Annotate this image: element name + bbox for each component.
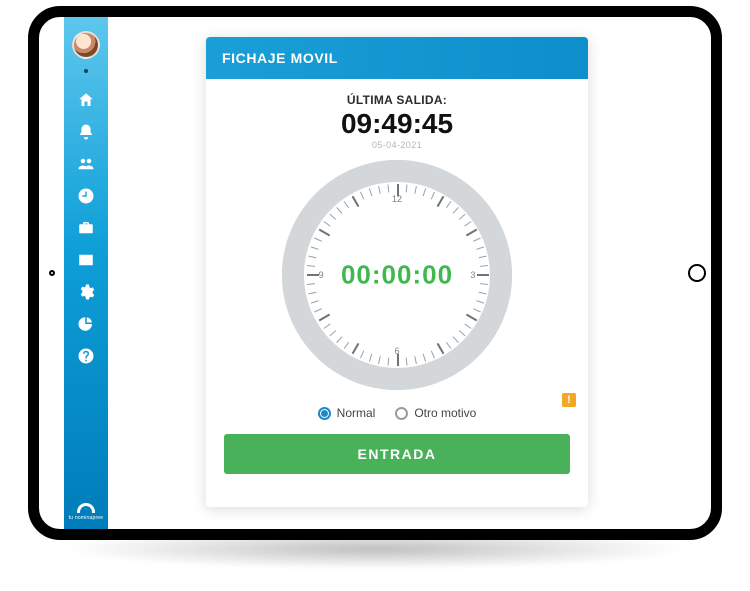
sidebar-item-time[interactable]: [77, 187, 95, 205]
clock-card: FICHAJE MOVIL ÚLTIMA SALIDA: 09:49:45 05…: [206, 37, 588, 507]
sidebar: tu nominapree: [64, 17, 108, 529]
sidebar-item-alerts[interactable]: [77, 123, 95, 141]
bell-icon: [77, 123, 95, 141]
card-body: ÚLTIMA SALIDA: 09:49:45 05-04-2021 12 3 …: [206, 79, 588, 507]
tablet-frame: tu nominapree FICHAJE MOVIL ÚLTIMA SALID…: [28, 6, 722, 540]
people-icon: [77, 155, 95, 173]
radio-normal[interactable]: Normal: [318, 406, 376, 420]
sidebar-item-team[interactable]: [77, 155, 95, 173]
clock: 12 3 6 9 00:00:00: [282, 160, 512, 390]
reason-radio-group: Normal Otro motivo: [318, 406, 477, 420]
piechart-icon: [77, 315, 95, 333]
radio-other-indicator: [395, 407, 408, 420]
card-title: FICHAJE MOVIL: [206, 37, 588, 79]
briefcase-icon: [77, 219, 95, 237]
brand-text: tu nominapree: [69, 515, 104, 521]
elapsed-time: 00:00:00: [341, 260, 453, 291]
sidebar-item-settings[interactable]: [77, 283, 95, 301]
last-exit-date: 05-04-2021: [372, 140, 422, 150]
help-icon: [77, 347, 95, 365]
entry-button[interactable]: ENTRADA: [224, 434, 570, 474]
gear-icon: [77, 283, 95, 301]
sidebar-item-briefcase[interactable]: [77, 219, 95, 237]
avatar[interactable]: [72, 31, 100, 59]
main: FICHAJE MOVIL ÚLTIMA SALIDA: 09:49:45 05…: [108, 17, 686, 529]
radio-normal-label: Normal: [337, 406, 376, 420]
tablet-home-button[interactable]: [688, 264, 706, 282]
sidebar-item-home[interactable]: [77, 91, 95, 109]
warning-badge[interactable]: !: [562, 393, 576, 407]
sidebar-item-reports[interactable]: [77, 315, 95, 333]
status-dot: [84, 69, 88, 73]
last-exit-time: 09:49:45: [341, 109, 453, 138]
sidebar-item-help[interactable]: [77, 347, 95, 365]
radio-other-label: Otro motivo: [414, 406, 476, 420]
sidebar-item-profile[interactable]: [77, 251, 95, 269]
tablet-camera: [49, 270, 55, 276]
screen: tu nominapree FICHAJE MOVIL ÚLTIMA SALID…: [64, 17, 686, 529]
clock-number-6: 6: [394, 346, 399, 356]
home-icon: [77, 91, 95, 109]
clock-number-3: 3: [470, 270, 475, 280]
radio-other[interactable]: Otro motivo: [395, 406, 476, 420]
idcard-icon: [77, 251, 95, 269]
radio-normal-indicator: [318, 407, 331, 420]
brand-logo-icon: [77, 503, 95, 513]
last-exit-label: ÚLTIMA SALIDA:: [347, 93, 447, 107]
brand: tu nominapree: [64, 503, 108, 521]
clock-number-9: 9: [319, 270, 324, 280]
clock-icon: [77, 187, 95, 205]
clock-number-12: 12: [392, 194, 402, 204]
